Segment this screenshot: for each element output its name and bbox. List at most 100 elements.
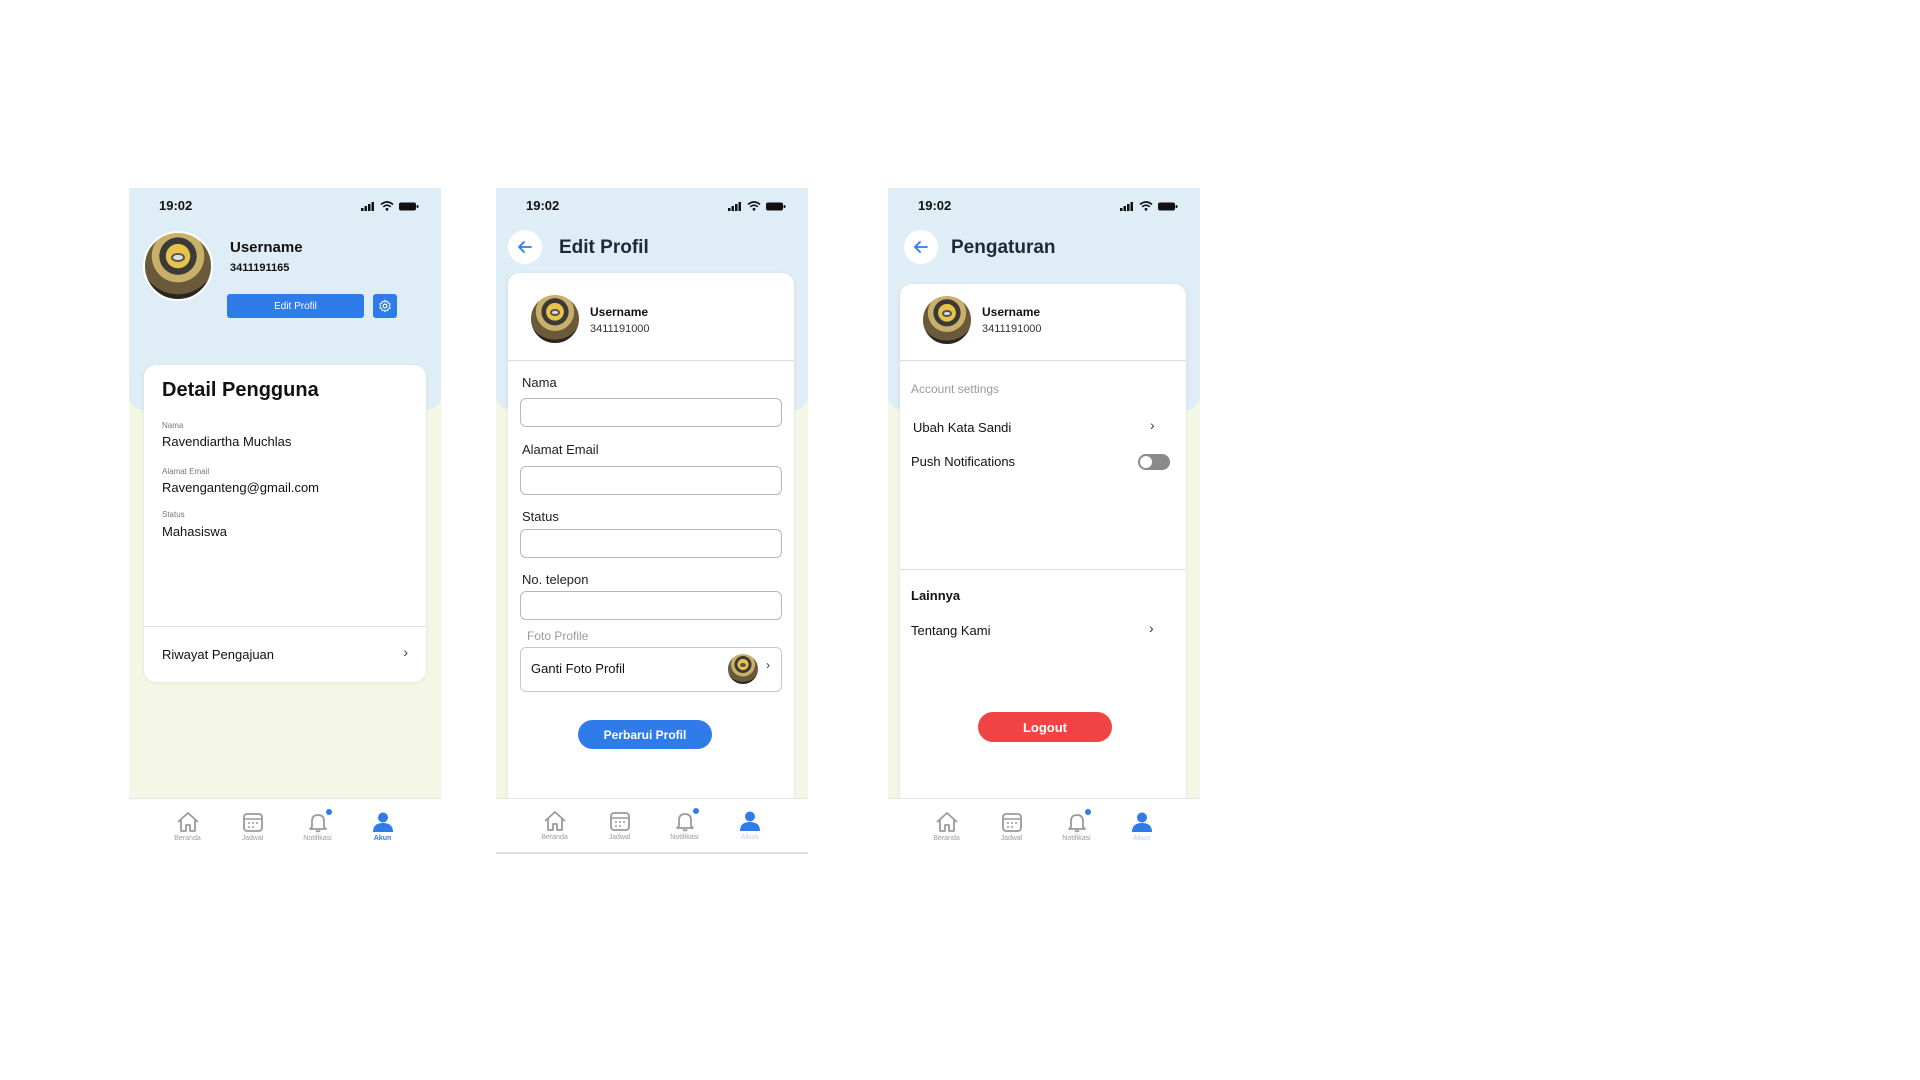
back-button[interactable] xyxy=(508,230,542,264)
phone-input[interactable] xyxy=(520,591,782,620)
bell-icon xyxy=(308,814,327,833)
history-row[interactable]: Riwayat Pengajuan › xyxy=(144,627,426,681)
nav-label: Notifikasi xyxy=(1062,835,1091,842)
nav-item-jadwal[interactable]: Jadwal xyxy=(990,811,1034,842)
nav-label: Jadwal xyxy=(1000,835,1023,842)
edit-form-card: Username 3411191000 Nama Alamat Email St… xyxy=(508,273,794,854)
settings-screen: 19:02 Pengaturan Username 3411191000 Acc… xyxy=(888,188,1200,854)
page-title: Edit Profil xyxy=(559,237,649,258)
user-icon xyxy=(739,811,760,831)
user-icon xyxy=(1131,812,1152,832)
status-time: 19:02 xyxy=(526,198,560,213)
profile-screen: 19:02 Username 3411191165 Edit Profil De… xyxy=(129,188,441,854)
change-photo-row[interactable]: Ganti Foto Profil › xyxy=(520,647,782,692)
bell-icon xyxy=(675,813,694,832)
push-notifications-row: Push Notifications xyxy=(900,448,1186,476)
photo-thumbnail xyxy=(727,653,759,685)
chevron-right-icon: › xyxy=(766,658,770,672)
arrow-left-icon xyxy=(518,241,532,253)
detail-title: Detail Pengguna xyxy=(162,379,319,401)
nav-item-notifikasi[interactable]: Notifikasi xyxy=(1055,809,1099,842)
nav-label: Beranda xyxy=(541,834,568,841)
push-notifications-toggle[interactable] xyxy=(1138,454,1170,470)
status-bar: 19:02 xyxy=(129,198,441,218)
nav-item-beranda[interactable]: Beranda xyxy=(925,811,969,842)
gear-icon xyxy=(379,299,391,313)
nav-label: Jadwal xyxy=(241,835,264,842)
edit-user-id: 3411191000 xyxy=(590,323,650,335)
bottom-nav: Beranda Jadwal Notifikasi Akun xyxy=(129,798,441,854)
edit-username: Username xyxy=(590,305,649,319)
settings-username: Username xyxy=(982,305,1041,319)
home-icon xyxy=(935,812,958,832)
update-profile-button[interactable]: Perbarui Profil xyxy=(578,720,712,749)
detail-name-label: Nama xyxy=(162,421,184,430)
detail-status-label: Status xyxy=(162,510,185,519)
home-icon xyxy=(543,811,566,831)
nav-label: Akun xyxy=(740,834,759,841)
change-password-row[interactable]: Ubah Kata Sandi › xyxy=(900,414,1186,442)
edit-avatar xyxy=(529,293,581,345)
about-row[interactable]: Tentang Kami › xyxy=(900,617,1186,645)
nav-item-notifikasi[interactable]: Notifikasi xyxy=(296,809,340,842)
calendar-icon xyxy=(242,813,263,832)
calendar-icon xyxy=(609,812,630,831)
push-notifications-label: Push Notifications xyxy=(911,454,1016,469)
nav-item-notifikasi[interactable]: Notifikasi xyxy=(663,808,707,841)
status-time: 19:02 xyxy=(159,198,193,213)
change-password-label: Ubah Kata Sandi xyxy=(913,420,1012,435)
edit-profile-screen: 19:02 Edit Profil Username 3411191000 Na… xyxy=(496,188,808,854)
battery-icon xyxy=(766,202,786,210)
nav-item-jadwal[interactable]: Jadwal xyxy=(598,810,642,841)
status-input[interactable] xyxy=(520,529,782,558)
signal-icon xyxy=(1120,201,1133,211)
profile-avatar[interactable] xyxy=(143,231,213,301)
profile-username: Username xyxy=(230,239,303,256)
status-time: 19:02 xyxy=(918,198,952,213)
nav-item-beranda[interactable]: Beranda xyxy=(166,811,210,842)
detail-name-value: Ravendiartha Muchlas xyxy=(162,434,292,449)
email-input[interactable] xyxy=(520,466,782,495)
settings-avatar xyxy=(921,294,973,346)
nav-label: Beranda xyxy=(174,835,201,842)
logout-button[interactable]: Logout xyxy=(978,712,1112,742)
edit-profile-button[interactable]: Edit Profil xyxy=(227,294,364,318)
chevron-right-icon: › xyxy=(403,644,408,660)
status-label: Status xyxy=(522,509,559,524)
nav-item-akun[interactable]: Akun xyxy=(361,811,405,842)
detail-email-label: Alamat Email xyxy=(162,467,210,476)
history-label: Riwayat Pengajuan xyxy=(162,647,275,662)
bell-icon xyxy=(1067,814,1086,833)
phone-label: No. telepon xyxy=(522,572,589,587)
battery-icon xyxy=(1158,202,1178,210)
nav-item-jadwal[interactable]: Jadwal xyxy=(231,811,275,842)
settings-button[interactable] xyxy=(373,294,397,318)
signal-icon xyxy=(728,201,741,211)
notification-dot xyxy=(1084,809,1091,815)
nav-label: Akun xyxy=(1132,835,1151,842)
nav-item-beranda[interactable]: Beranda xyxy=(533,810,577,841)
other-section-label: Lainnya xyxy=(911,588,961,603)
bottom-nav: Beranda Jadwal Notifikasi Akun xyxy=(496,798,808,854)
home-icon xyxy=(176,812,199,832)
profile-user-id: 3411191165 xyxy=(230,262,290,274)
user-detail-card: Detail Pengguna Nama Ravendiartha Muchla… xyxy=(144,365,426,682)
settings-divider-middle xyxy=(900,569,1186,570)
wifi-icon xyxy=(747,201,761,211)
wifi-icon xyxy=(1139,201,1153,211)
chevron-right-icon: › xyxy=(1150,417,1155,433)
settings-user-id: 3411191000 xyxy=(982,323,1042,335)
page-title: Pengaturan xyxy=(951,237,1056,258)
detail-email-value: Ravenganteng@gmail.com xyxy=(162,480,320,495)
back-button[interactable] xyxy=(904,230,938,264)
bottom-nav: Beranda Jadwal Notifikasi Akun xyxy=(888,798,1200,854)
nav-item-akun[interactable]: Akun xyxy=(1120,811,1164,842)
photo-section-label: Foto Profile xyxy=(527,629,589,643)
user-icon xyxy=(372,812,393,832)
nav-item-akun[interactable]: Akun xyxy=(728,810,772,841)
battery-icon xyxy=(399,202,419,210)
status-bar: 19:02 xyxy=(888,198,1200,218)
nav-label: Akun xyxy=(373,835,392,842)
name-input[interactable] xyxy=(520,398,782,427)
edit-divider xyxy=(508,360,794,361)
